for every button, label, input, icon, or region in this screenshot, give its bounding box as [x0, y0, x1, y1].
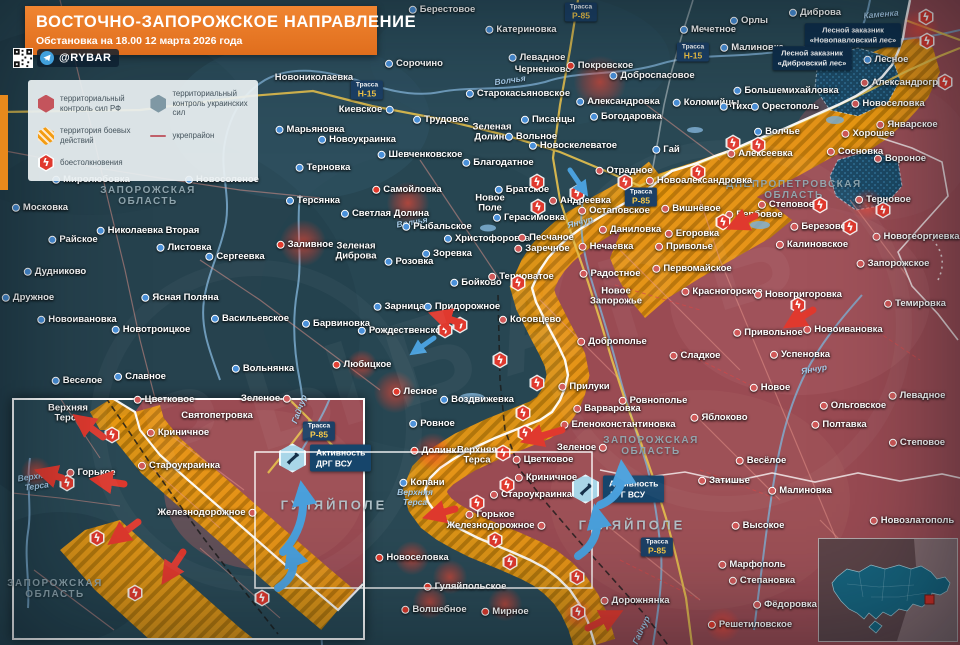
page-subtitle: Обстановка на 18.00 12 марта 2026 года: [36, 35, 366, 47]
clashes-explosion-icon: ϟ: [38, 154, 54, 172]
inset-map: [12, 398, 365, 640]
region-marker: [925, 595, 934, 604]
page-title: ВОСТОЧНО-ЗАПОРОЖСКОЕ НАПРАВЛЕНИЕ: [36, 13, 366, 32]
legend-item-fortified: укрепрайон: [150, 126, 248, 145]
ua-control-hex-icon: [150, 95, 166, 113]
ukraine-minimap: [818, 538, 958, 642]
telegram-icon: [40, 51, 54, 65]
title-block: ВОСТОЧНО-ЗАПОРОЖСКОЕ НАПРАВЛЕНИЕ Обстано…: [25, 6, 377, 55]
combat-zone-hex-icon: [38, 127, 54, 145]
orange-edge-strip: [0, 95, 8, 190]
map-screenshot: РЫБАРЬ: [0, 0, 960, 645]
qr-code: [13, 48, 33, 68]
legend-item-rf-control: территориальный контроль сил РФ: [38, 89, 140, 118]
telegram-brand: @RYBAR: [37, 49, 119, 67]
brand-handle: @RYBAR: [59, 52, 111, 64]
legend-item-combat-zone: территория боевых действий: [38, 126, 140, 145]
map-legend: территориальный контроль сил РФ территор…: [28, 80, 258, 181]
rf-control-hex-icon: [38, 95, 54, 113]
legend-item-clashes: ϟ боестолкновения: [38, 154, 140, 172]
fortified-line-icon: [150, 135, 166, 137]
legend-item-ua-control: территориальный контроль украинских сил: [150, 89, 248, 118]
